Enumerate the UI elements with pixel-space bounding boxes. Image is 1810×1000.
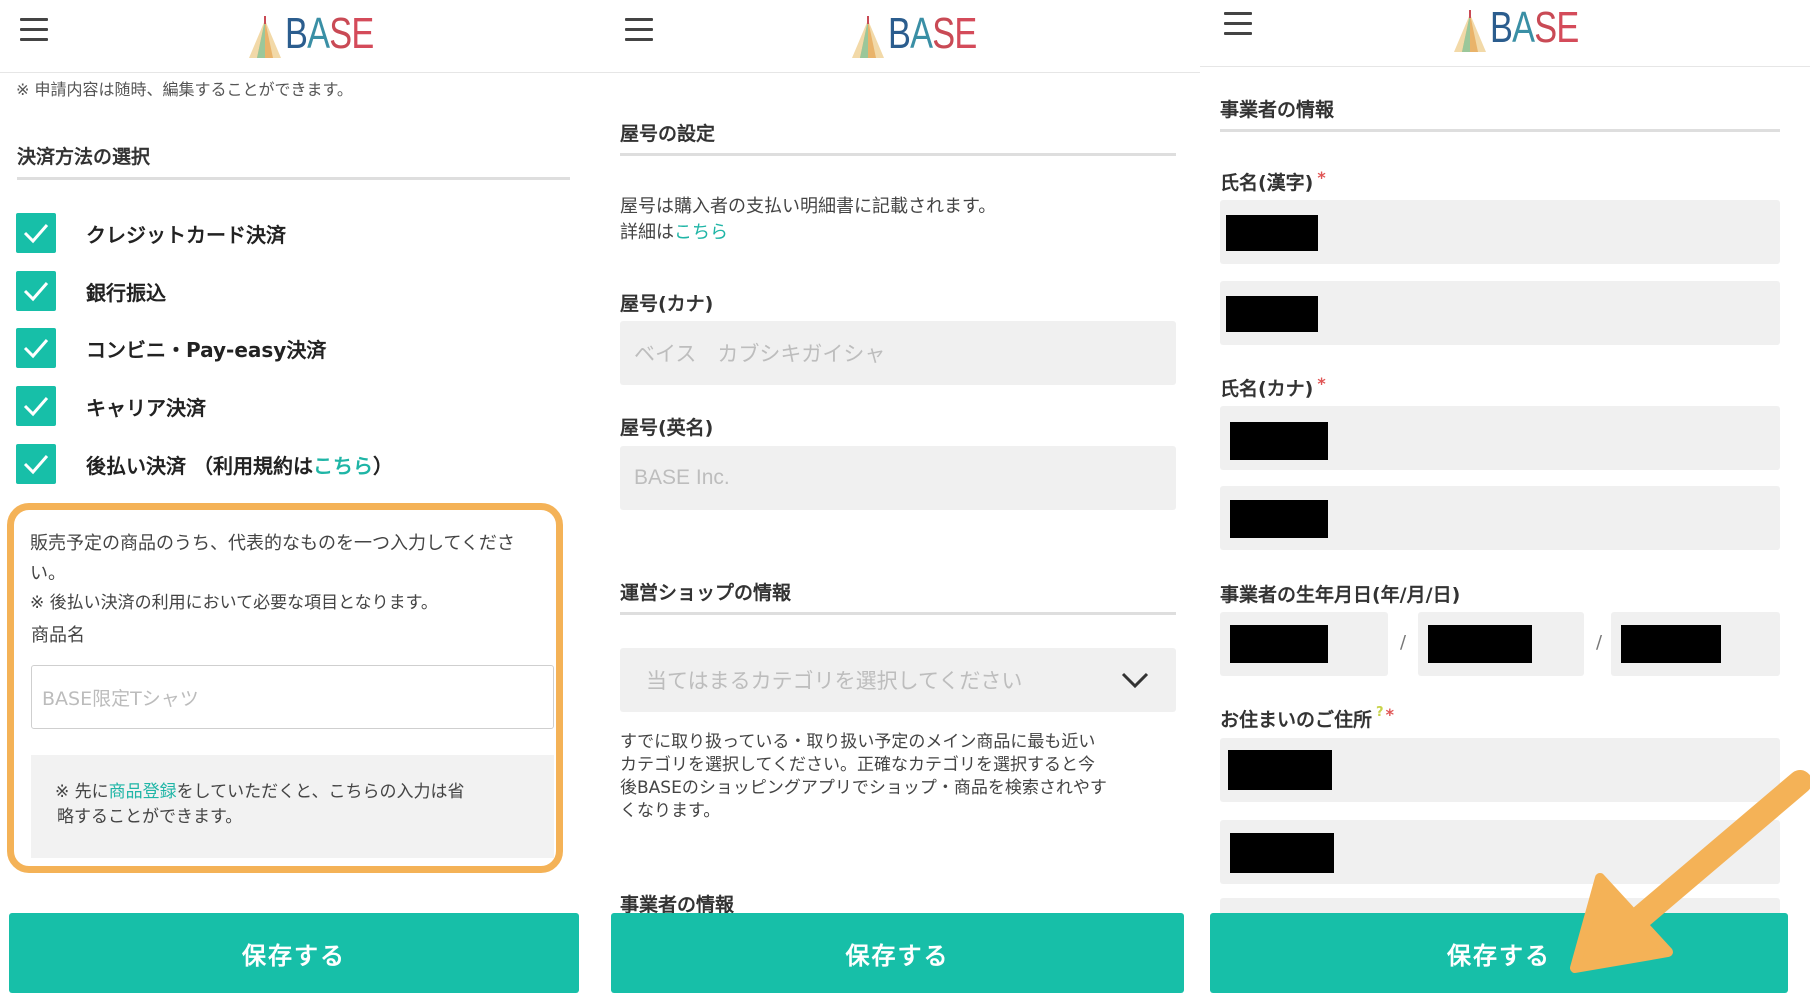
name-kanji-label-text: 氏名(漢字) (1220, 172, 1314, 194)
redacted-value (1230, 833, 1334, 873)
product-register-link[interactable]: 商品登録 (109, 782, 177, 802)
redacted-value (1226, 296, 1318, 332)
payment-option-atobarai[interactable]: 後払い決済 （利用規約はこちら） (16, 443, 393, 485)
product-desc-note: ※ 後払い決済の利用において必要な項目となります。 (30, 593, 438, 613)
date-separator: / (1400, 632, 1407, 653)
product-desc-line1: 販売予定の商品のうち、代表的なものを一つ入力してくださ (30, 533, 515, 554)
product-register-note-line1: ※ 先に商品登録をしていただくと、こちらの入力は省 (55, 780, 464, 806)
payment-option-carrier[interactable]: キャリア決済 (16, 385, 206, 427)
section-divider (1220, 129, 1780, 132)
required-mark: * (1317, 168, 1326, 187)
checkbox-checked-icon[interactable] (16, 213, 56, 253)
edit-note: ※ 申請内容は随時、編集することができます。 (16, 80, 353, 99)
save-button[interactable]: 保存する (9, 913, 579, 993)
payment-option-convenience[interactable]: コンビニ・Pay-easy決済 (16, 327, 326, 369)
base-logo[interactable]: BASE (247, 8, 398, 58)
payment-option-label: キャリア決済 (86, 395, 206, 420)
app-header: BASE (0, 0, 600, 73)
payment-option-label: 銀行振込 (86, 280, 166, 305)
redacted-value (1228, 750, 1332, 790)
section-title-shop-name: 屋号の設定 (620, 123, 716, 145)
section-title-shop-info: 運営ショップの情報 (620, 582, 792, 604)
checkbox-checked-icon[interactable] (16, 444, 56, 484)
address-label: お住まいのご住所? * (1220, 705, 1394, 732)
save-button[interactable]: 保存する (611, 913, 1184, 993)
product-desc-line2: い。 (30, 563, 66, 584)
payment-option-label: コンビニ・Pay-easy決済 (86, 337, 327, 362)
category-select[interactable]: 当てはまるカテゴリを選択してください (620, 648, 1176, 712)
checkbox-checked-icon[interactable] (16, 386, 56, 426)
redacted-value (1226, 215, 1318, 251)
logo-wordmark: BASE (888, 9, 977, 58)
redacted-value (1230, 625, 1328, 663)
panel-shop-settings: BASE 屋号の設定 屋号は購入者の支払い明細書に記載されます。 詳細はこちら … (600, 0, 1200, 994)
shop-kana-input[interactable]: ベイス カブシキガイシャ (620, 321, 1176, 385)
section-title-business-info: 事業者の情報 (1220, 99, 1335, 121)
shop-english-input[interactable]: BASE Inc. (620, 446, 1176, 510)
shop-english-label: 屋号(英名) (620, 417, 714, 439)
help-icon[interactable]: ? (1376, 705, 1384, 720)
section-title-payment: 決済方法の選択 (17, 146, 151, 168)
note-suffix: をしていただくと、こちらの入力は省 (176, 782, 465, 802)
base-logo[interactable]: BASE (1452, 2, 1603, 52)
redacted-value (1428, 625, 1532, 663)
name-kanji-label: 氏名(漢字) * (1220, 168, 1326, 195)
section-divider (620, 612, 1176, 615)
redacted-value (1621, 625, 1721, 663)
category-desc-line: 後BASEのショッピングアプリでショップ・商品を検索されやす (620, 778, 1107, 798)
hamburger-menu-icon[interactable] (625, 18, 653, 42)
redacted-value (1230, 500, 1328, 538)
arrow-pointer-icon (1570, 770, 1810, 973)
name-kana-label: 氏名(カナ) * (1220, 374, 1326, 401)
checkbox-checked-icon[interactable] (16, 328, 56, 368)
panel-payment-settings: BASE ※ 申請内容は随時、編集することができます。 決済方法の選択 クレジッ… (0, 0, 600, 994)
shop-kana-label: 屋号(カナ) (620, 293, 714, 315)
atobarai-label-end: ） (372, 453, 393, 478)
shop-name-desc: 屋号は購入者の支払い明細書に記載されます。 (620, 196, 997, 217)
required-mark: * (1385, 705, 1394, 724)
product-name-label: 商品名 (31, 625, 85, 646)
payment-option-label: クレジットカード決済 (86, 222, 286, 247)
payment-option-label: 後払い決済 （利用規約はこちら） (86, 450, 393, 479)
terms-link[interactable]: こちら (313, 454, 373, 478)
product-register-note-line2: 略することができます。 (57, 807, 243, 827)
note-prefix: ※ 先に (55, 782, 109, 802)
payment-option-credit[interactable]: クレジットカード決済 (16, 212, 286, 254)
app-header: BASE (600, 0, 1200, 73)
shop-name-detail: 詳細はこちら (620, 219, 728, 246)
date-separator: / (1596, 632, 1603, 653)
chevron-down-icon (1121, 672, 1149, 689)
tent-logo-icon (850, 16, 886, 58)
category-desc-line: くなります。 (620, 801, 721, 821)
hamburger-menu-icon[interactable] (1224, 12, 1252, 36)
category-desc: すでに取り扱っている・取り扱い予定のメイン商品に最も近い カテゴリを選択してくだ… (620, 731, 1107, 823)
payment-option-bank[interactable]: 銀行振込 (16, 270, 166, 312)
app-header: BASE (1200, 0, 1810, 67)
name-kana-label-text: 氏名(カナ) (1220, 378, 1314, 400)
tent-logo-icon (247, 16, 283, 58)
redacted-value (1230, 422, 1328, 460)
birthday-label: 事業者の生年月日(年/月/日) (1220, 584, 1461, 606)
detail-link[interactable]: こちら (674, 222, 728, 243)
category-select-placeholder: 当てはまるカテゴリを選択してください (646, 669, 1023, 693)
base-logo[interactable]: BASE (850, 8, 1001, 58)
product-name-input[interactable]: BASE限定Tシャツ (31, 665, 554, 729)
hamburger-menu-icon[interactable] (20, 18, 48, 42)
required-mark: * (1317, 374, 1326, 393)
address-label-text: お住まいのご住所 (1220, 709, 1373, 731)
atobarai-label: 後払い決済 （利用規約は (86, 453, 313, 478)
section-divider (17, 177, 570, 180)
category-desc-line: カテゴリを選択してください。正確なカテゴリを選択すると今 (620, 755, 1095, 775)
checkbox-checked-icon[interactable] (16, 271, 56, 311)
category-desc-line: すでに取り扱っている・取り扱い予定のメイン商品に最も近い (620, 732, 1096, 752)
tent-logo-icon (1452, 10, 1488, 52)
detail-prefix: 詳細は (620, 222, 674, 243)
logo-wordmark: BASE (285, 9, 374, 58)
logo-wordmark: BASE (1490, 3, 1579, 52)
section-divider (620, 153, 1176, 156)
